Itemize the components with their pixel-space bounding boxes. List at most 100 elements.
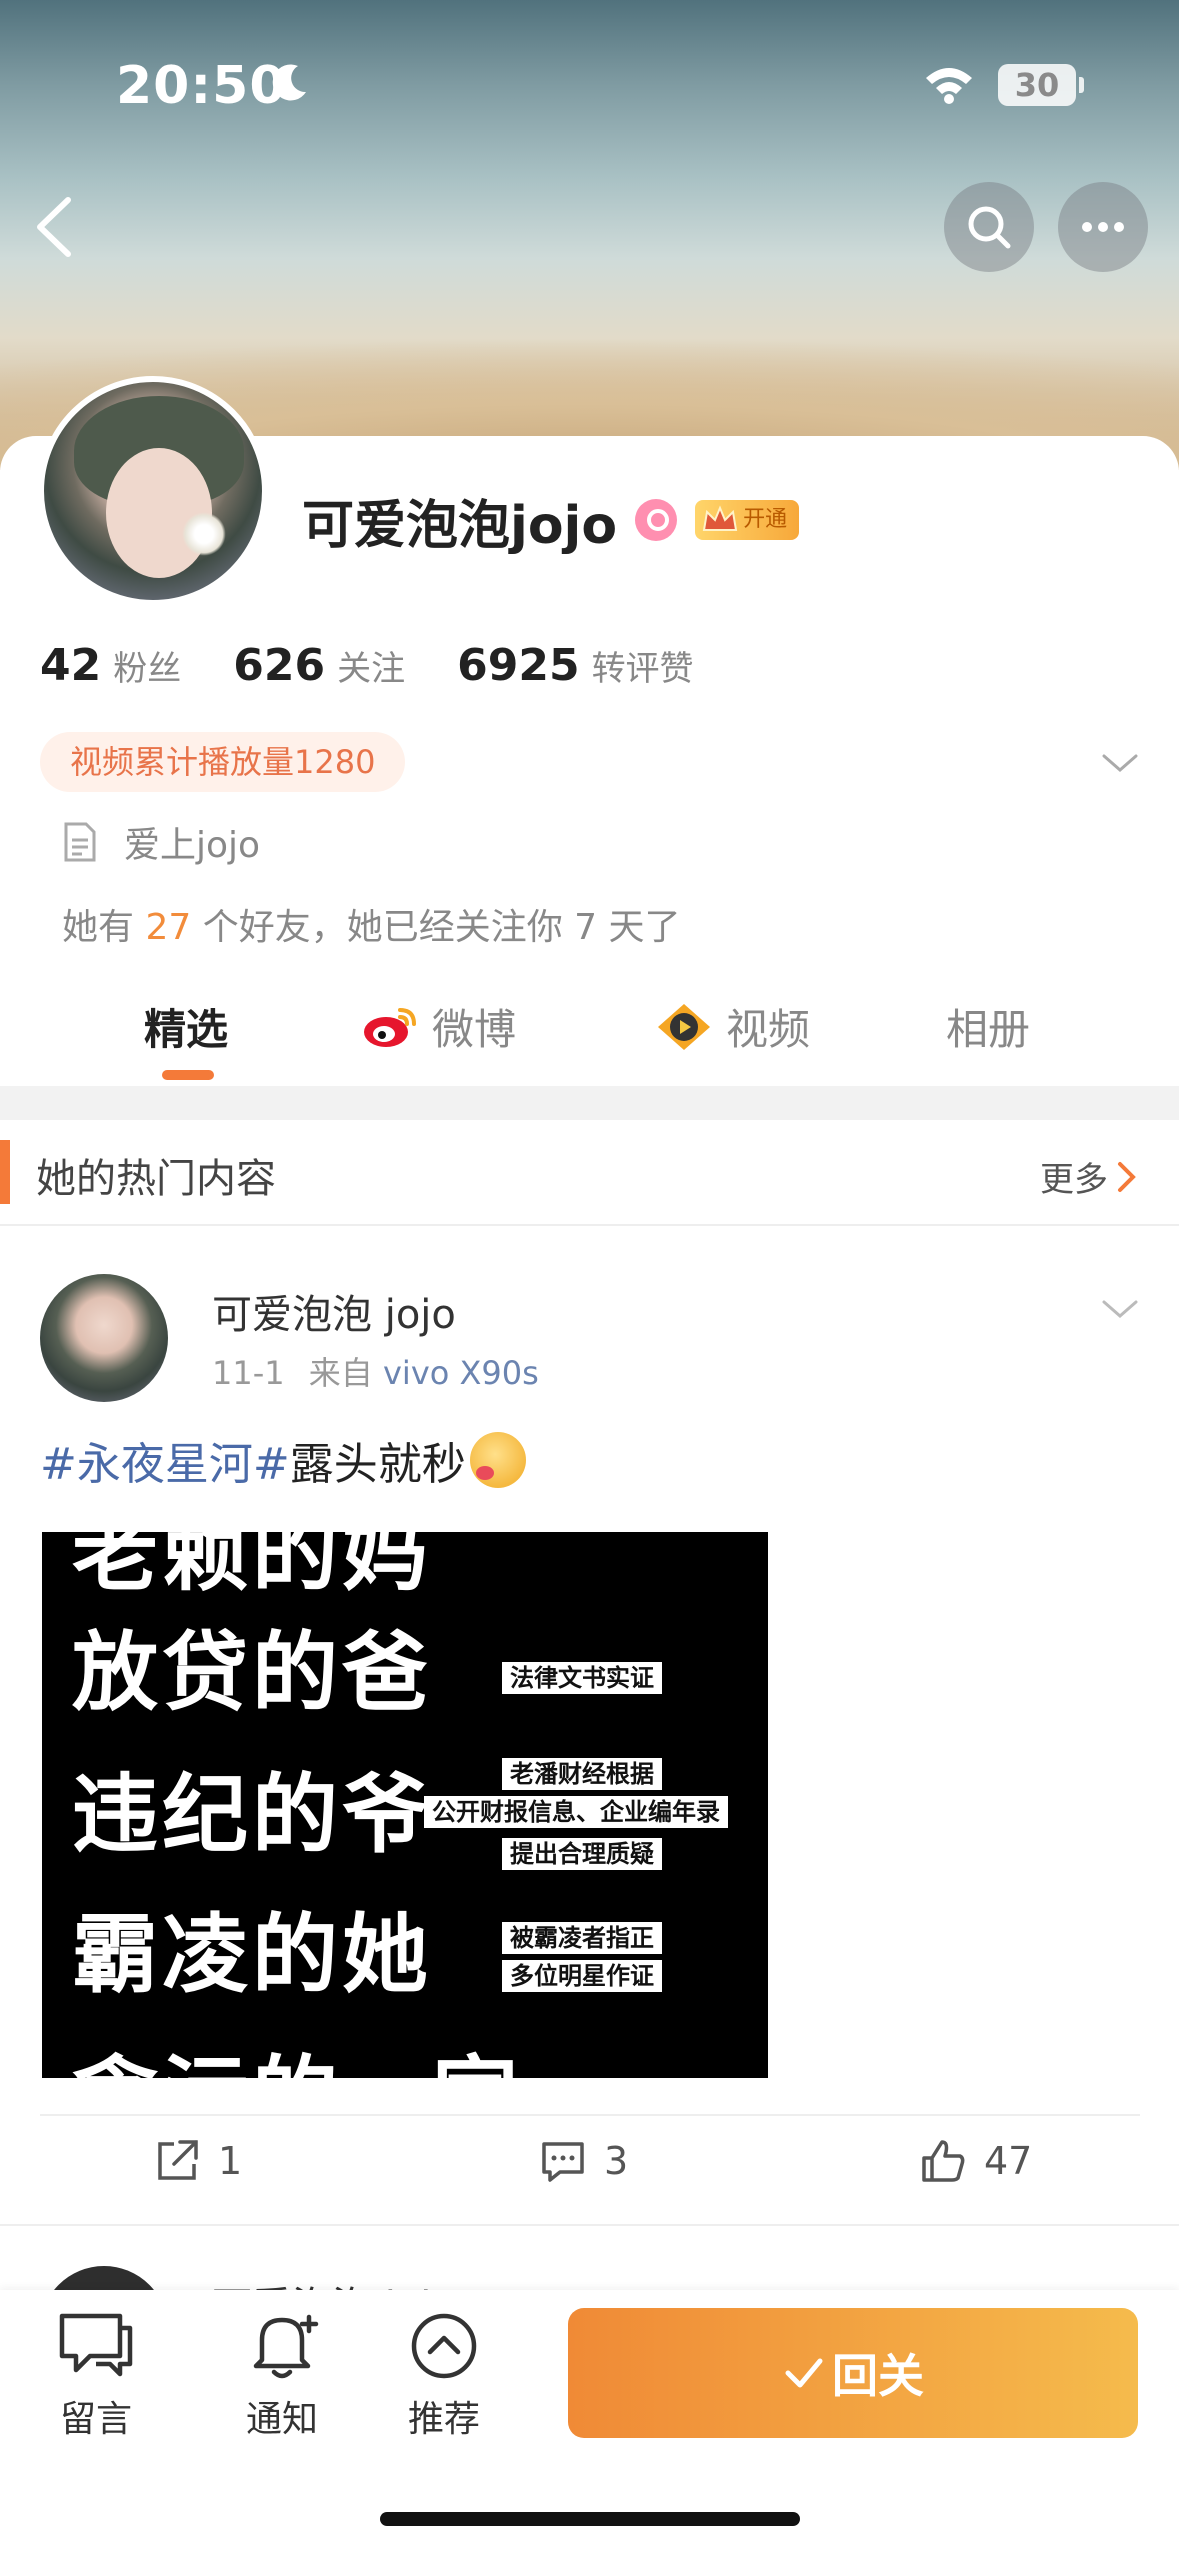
hot-content-header: 她的热门内容 更多	[0, 1120, 1179, 1226]
post-menu-chevron-icon[interactable]	[1100, 1294, 1140, 1324]
interactions-label: 转评赞	[591, 649, 694, 689]
recommend-button[interactable]: 推荐	[384, 2310, 504, 2442]
fans-count[interactable]: 42	[40, 640, 101, 691]
profile-stats: 42 粉丝 626 关注 6925 转评赞	[40, 640, 746, 691]
like-count: 47	[984, 2139, 1033, 2183]
more-link[interactable]: 更多	[1040, 1152, 1138, 1201]
tab-weibo-label: 微博	[432, 1005, 517, 1054]
crown-icon	[702, 505, 738, 531]
feed-post: 可爱泡泡 jojo 11-1 来自 vivo X90s #永夜星河# 露头就秒 …	[0, 1228, 1179, 2218]
repost-button[interactable]: 1	[152, 2136, 242, 2186]
open-membership-badge[interactable]: 开通	[695, 500, 800, 540]
search-button[interactable]	[944, 182, 1034, 272]
following-count[interactable]: 626	[233, 640, 325, 691]
section-accent-bar	[0, 1140, 10, 1204]
video-play-count-badge[interactable]: 视频累计播放量1280	[40, 732, 406, 792]
back-arrow-icon[interactable]	[28, 196, 80, 258]
repost-icon	[158, 2140, 198, 2180]
vip-gem-icon[interactable]	[635, 499, 678, 541]
notify-button[interactable]: 通知	[222, 2310, 342, 2442]
section-divider	[0, 1086, 1179, 1120]
post-actions: 1 3 47	[0, 2128, 1179, 2198]
tab-video-label: 视频	[726, 1005, 811, 1054]
more-label: 更多	[1040, 1160, 1108, 1200]
profile-tabs: 精选 微博 视频 相册	[0, 986, 1179, 1086]
tab-video[interactable]: 视频	[654, 996, 810, 1057]
document-icon	[64, 822, 96, 862]
post-body: 露头就秒	[289, 1439, 466, 1490]
next-post-avatar[interactable]	[40, 2266, 168, 2290]
image-label: 被霸凌者指正	[502, 1922, 662, 1954]
bell-plus-icon	[253, 2314, 319, 2379]
profile-name-row: 可爱泡泡jojo 开通	[302, 488, 800, 556]
hot-content-title: 她的热门内容	[36, 1156, 276, 1202]
post-divider	[40, 2114, 1140, 2116]
repost-count: 1	[218, 2139, 243, 2183]
comment-icon	[542, 2142, 584, 2182]
friends-prefix: 她有	[62, 907, 135, 948]
image-label: 老潘财经根据	[502, 1758, 662, 1790]
profile-name: 可爱泡泡jojo	[302, 495, 618, 556]
checkmark-icon	[785, 2358, 823, 2388]
comment-button[interactable]: 3	[538, 2136, 628, 2186]
interactions-count: 6925	[457, 640, 580, 691]
weibo-icon	[364, 1007, 416, 1047]
comment-count: 3	[604, 2139, 629, 2183]
follow-back-button[interactable]: 回关	[568, 2308, 1138, 2438]
emoji-icon	[469, 1432, 526, 1488]
mutual-friends-info[interactable]: 她有 27 个好友，她已经关注你 7 天了	[62, 898, 681, 950]
moon-icon	[272, 64, 306, 101]
post-date: 11-1	[212, 1354, 285, 1392]
post-image[interactable]: 老赖的妈 放贷的爸 违纪的爷 霸凌的她 贪污的一家 法律文书实证 老潘财经根据 …	[42, 1532, 768, 2078]
image-label: 法律文书实证	[502, 1662, 662, 1694]
friends-count: 27	[145, 907, 192, 948]
post-source-prefix: 来自	[308, 1354, 373, 1392]
status-bar: 20:50 30	[0, 56, 1179, 116]
image-label: 多位明星作证	[502, 1960, 662, 1992]
friends-suffix: 个好友，她已经关注你 7 天了	[202, 907, 681, 948]
tab-featured-label: 精选	[144, 1005, 229, 1054]
home-indicator[interactable]	[380, 2512, 800, 2526]
message-button[interactable]: 留言	[36, 2310, 156, 2442]
notify-label: 通知	[245, 2399, 318, 2440]
tab-weibo[interactable]: 微博	[360, 996, 516, 1057]
post-hashtag[interactable]: #永夜星河#	[40, 1428, 290, 1492]
wifi-icon	[926, 68, 972, 104]
battery-indicator: 30	[998, 64, 1076, 106]
battery-tip	[1079, 77, 1084, 93]
fans-label[interactable]: 粉丝	[113, 641, 181, 690]
post-author-avatar[interactable]	[40, 1274, 168, 1402]
image-label: 公开财报信息、企业编年录	[424, 1796, 728, 1828]
post-text: #永夜星河# 露头就秒	[40, 1428, 526, 1492]
image-label: 提出合理质疑	[502, 1838, 662, 1870]
like-button[interactable]: 47	[918, 2136, 1032, 2186]
next-post-peek: 可爱泡泡 jojo	[0, 2224, 1179, 2290]
image-line: 霸凌的她	[72, 1904, 432, 2005]
image-line: 贪污的一家	[72, 2026, 522, 2078]
thumbs-up-icon	[922, 2140, 965, 2182]
open-badge-label: 开通	[743, 507, 788, 532]
post-meta: 11-1 来自 vivo X90s	[212, 1348, 539, 1394]
chevron-up-circle-icon	[411, 2313, 477, 2379]
bio-row: 爱上jojo	[62, 816, 260, 868]
status-time: 20:50	[116, 56, 287, 116]
tab-album[interactable]: 相册	[946, 996, 1030, 1057]
chevron-down-icon[interactable]	[1100, 748, 1140, 778]
follow-back-label: 回关	[832, 2349, 924, 2403]
video-icon	[658, 1003, 710, 1050]
image-line: 老赖的妈	[72, 1532, 432, 1603]
next-post-author[interactable]: 可爱泡泡 jojo	[212, 2274, 456, 2290]
profile-avatar[interactable]	[38, 376, 268, 606]
message-icon	[59, 2313, 133, 2377]
more-options-button[interactable]	[1058, 182, 1148, 272]
post-device: vivo X90s	[382, 1354, 539, 1392]
post-author-name[interactable]: 可爱泡泡 jojo	[212, 1282, 456, 1340]
image-line: 违纪的爷	[72, 1764, 432, 1865]
tab-featured[interactable]: 精选	[144, 996, 228, 1057]
following-label[interactable]: 关注	[337, 641, 405, 690]
recommend-label: 推荐	[407, 2399, 480, 2440]
message-label: 留言	[59, 2399, 132, 2440]
chevron-right-icon	[1118, 1161, 1136, 1192]
search-icon	[968, 206, 1011, 249]
image-line: 放贷的爸	[72, 1622, 432, 1723]
